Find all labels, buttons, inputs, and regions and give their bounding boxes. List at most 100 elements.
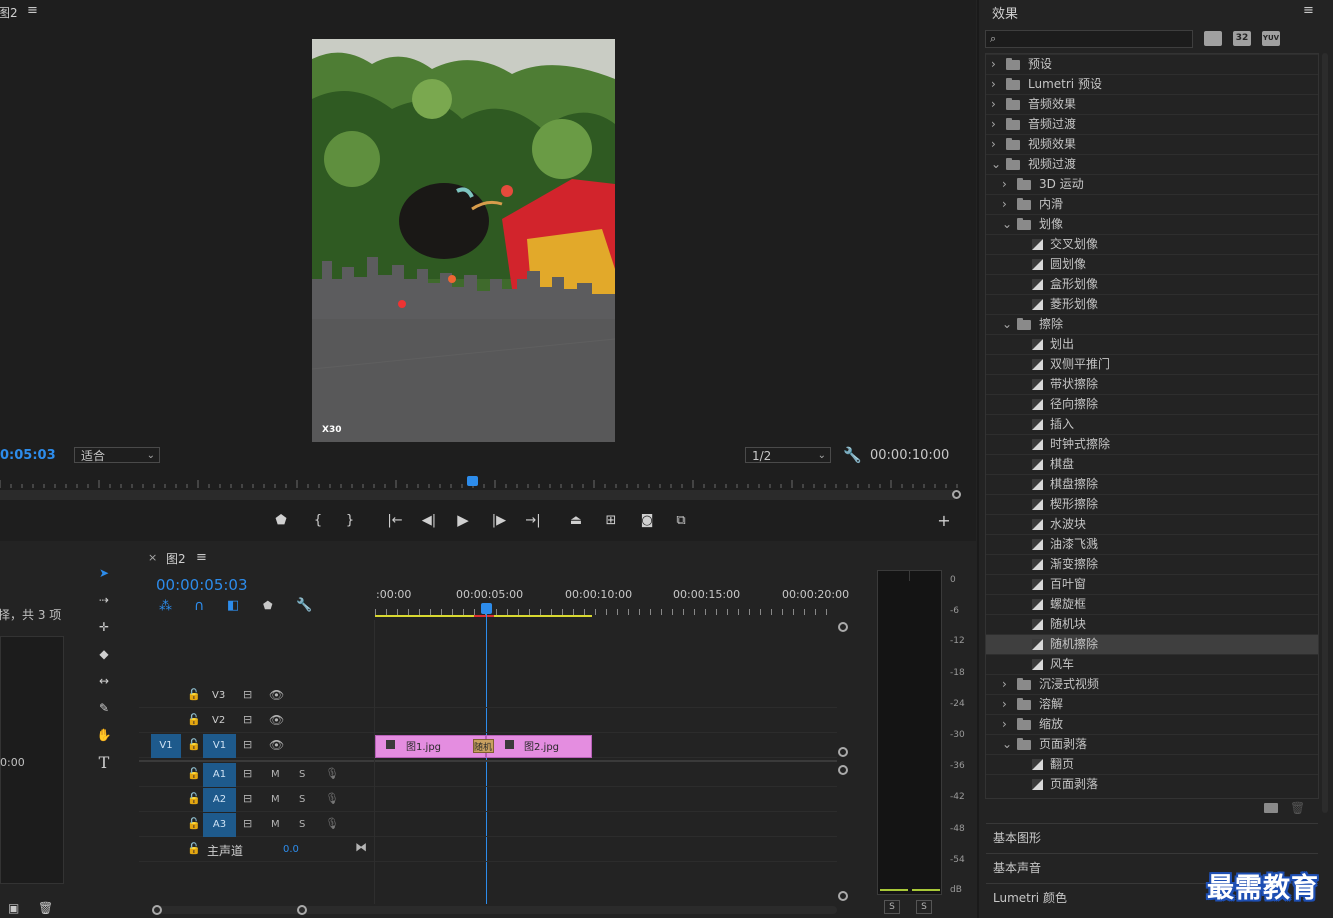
new-item-icon[interactable]: ▣ [8,901,19,915]
mark-in-button[interactable]: { [309,511,327,529]
linked-selection-icon[interactable]: ◧ [227,598,239,613]
track-header-v2[interactable]: 🔓 V2 ⊟ 👁 [139,709,375,733]
microphone-icon[interactable]: 🎙 [325,792,339,805]
effects-tree-row[interactable]: 渐变擦除 [986,554,1318,574]
timeline-hscroll[interactable] [152,906,837,914]
lock-icon[interactable]: 🔓 [187,767,201,780]
fit-select[interactable]: 适合 ⌄ [74,447,160,463]
lane-v2[interactable] [375,709,837,733]
solo-left-button[interactable]: S [884,900,900,914]
effects-tree-row[interactable]: › 3D 运动 [986,174,1318,194]
source-patch-v1[interactable]: V1 [151,734,181,758]
chevron-down-icon[interactable]: ⌄ [991,155,1001,174]
vscroll-handle-audio[interactable] [838,765,848,775]
sync-lock-icon[interactable]: ⊟ [243,713,252,726]
selection-tool-icon[interactable]: ➤ [91,562,117,584]
effects-tree-row[interactable]: 时钟式擦除 [986,434,1318,454]
mute-button[interactable]: M [271,769,280,780]
button-editor-plus-icon[interactable]: + [935,511,953,530]
solo-right-button[interactable]: S [916,900,932,914]
effects-tree-row[interactable]: 随机擦除 [986,634,1318,654]
close-icon[interactable]: × [148,551,157,564]
chevron-down-icon[interactable]: ⌄ [1002,215,1012,234]
effects-tree-row[interactable]: 带状擦除 [986,374,1318,394]
accelerated-effects-icon[interactable] [1204,31,1222,46]
chevron-down-icon[interactable]: ⌄ [1002,315,1012,334]
transition-random-wipe[interactable]: 随机 [473,739,494,753]
step-back-button[interactable]: ◀| [420,511,438,529]
go-to-out-button[interactable]: →| [524,511,542,529]
mute-button[interactable]: M [271,819,280,830]
effects-tree-row[interactable]: 径向擦除 [986,394,1318,414]
timeline-settings-wrench-icon[interactable]: 🔧 [296,598,312,613]
effects-tree-row[interactable]: 楔形擦除 [986,494,1318,514]
effects-tree-row[interactable]: 风车 [986,654,1318,674]
lift-button[interactable]: ⏏ [567,511,585,529]
track-header-a1[interactable]: 🔓 A1 ⊟ M S 🎙 [139,763,375,787]
32bit-effects-icon[interactable]: 32 [1233,31,1251,46]
effects-tree-row[interactable]: 双侧平推门 [986,354,1318,374]
lock-icon[interactable]: 🔓 [187,792,201,805]
hand-tool-icon[interactable]: ✋ [91,724,117,746]
play-button[interactable]: ▶ [454,511,472,529]
solo-button[interactable]: S [299,819,305,830]
timeline-playhead-handle[interactable] [481,603,492,614]
extract-button[interactable]: ⊞ [602,511,620,529]
track-header-master[interactable]: 🔓 主声道 0.0 ⧓ [139,838,375,862]
chevron-right-icon[interactable]: › [991,55,996,74]
effects-tree-row[interactable]: ⌄ 页面剥落 [986,734,1318,754]
slip-tool-icon[interactable]: ↔ [91,670,117,692]
lane-a3[interactable] [375,813,837,837]
effects-tree-row[interactable]: 百叶窗 [986,574,1318,594]
microphone-icon[interactable]: 🎙 [325,767,339,780]
track-header-a3[interactable]: 🔓 A3 ⊟ M S 🎙 [139,813,375,837]
lane-v3[interactable] [375,684,837,708]
effects-tree-row[interactable]: 随机块 [986,614,1318,634]
chevron-right-icon[interactable]: › [991,115,996,134]
effects-tree-row[interactable]: 棋盘擦除 [986,474,1318,494]
step-forward-button[interactable]: |▶ [490,511,508,529]
panel-divider[interactable] [977,0,979,918]
wrench-icon[interactable]: 🔧 [843,446,862,464]
pen-tool-icon[interactable]: ✎ [91,697,117,719]
effects-tree-row[interactable]: › 溶解 [986,694,1318,714]
sync-lock-icon[interactable]: ⊟ [243,688,252,701]
effects-tree-row[interactable]: 页面剥落 [986,774,1318,794]
chevron-right-icon[interactable]: › [991,95,996,114]
track-label-a1[interactable]: A1 [203,763,236,787]
chevron-right-icon[interactable]: › [1002,695,1007,714]
vscroll-handle-top[interactable] [838,622,848,632]
mute-button[interactable]: M [271,794,280,805]
vscroll-handle-video[interactable] [838,747,848,757]
trash-icon[interactable]: 🗑 [38,901,53,915]
track-label-a3[interactable]: A3 [203,813,236,837]
chevron-right-icon[interactable]: › [991,75,996,94]
program-tab-title[interactable]: 图2 [0,4,18,21]
yuv-effects-icon[interactable]: YUV [1262,31,1280,46]
type-tool-icon[interactable]: T [91,751,117,773]
effects-tree-row[interactable]: 盒形划像 [986,274,1318,294]
program-current-time[interactable]: 0:05:03 [0,448,56,463]
chevron-right-icon[interactable]: › [1002,175,1007,194]
effects-tree-row[interactable]: 菱形划像 [986,294,1318,314]
eye-icon[interactable]: 👁 [269,738,284,752]
effects-tree-row[interactable]: › 缩放 [986,714,1318,734]
hscroll-handle-right[interactable] [297,905,307,915]
eye-icon[interactable]: 👁 [269,688,284,702]
effects-tree-row[interactable]: 交叉划像 [986,234,1318,254]
effects-tree-row[interactable]: › 内滑 [986,194,1318,214]
mark-out-button[interactable]: } [341,511,359,529]
chevron-right-icon[interactable]: › [1002,715,1007,734]
effects-tree-row[interactable]: ⌄ 划像 [986,214,1318,234]
eye-icon[interactable]: 👁 [269,713,284,727]
delete-trash-icon[interactable]: 🗑 [1290,801,1305,815]
chevron-right-icon[interactable]: › [1002,675,1007,694]
lock-icon[interactable]: 🔓 [187,713,201,726]
lane-a1[interactable] [375,763,837,787]
effects-tree-row[interactable]: 油漆飞溅 [986,534,1318,554]
ripple-edit-tool-icon[interactable]: ✛ [91,616,117,638]
timeline-menu-icon[interactable]: ≡ [196,550,207,565]
resolution-select[interactable]: 1/2 ⌄ [745,447,831,463]
sync-lock-icon[interactable]: ⊟ [243,817,252,830]
effects-tree-row[interactable]: 水波块 [986,514,1318,534]
